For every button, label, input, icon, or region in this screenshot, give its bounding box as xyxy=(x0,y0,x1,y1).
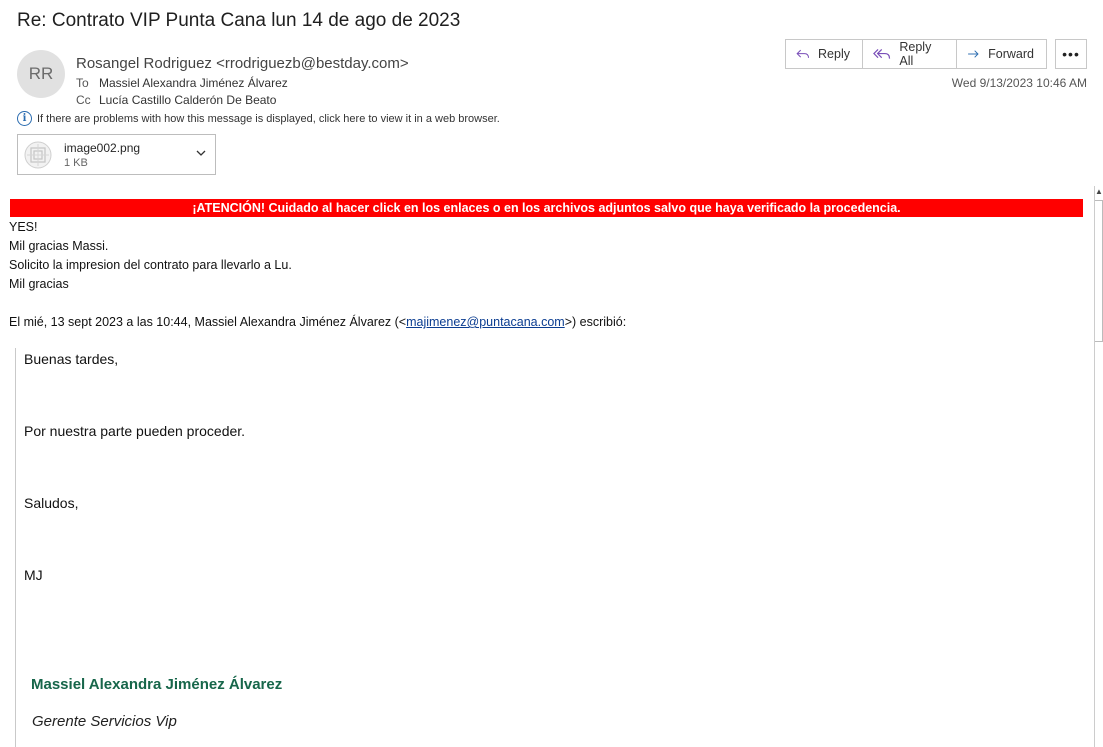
security-warning-banner: ¡ATENCIÓN! Cuidado al hacer click en los… xyxy=(10,199,1083,217)
info-icon: i xyxy=(17,111,32,126)
to-label: To xyxy=(76,76,89,90)
quote-attribution: El mié, 13 sept 2023 a las 10:44, Massie… xyxy=(9,315,626,329)
quote-attribution-text: El mié, 13 sept 2023 a las 10:44, Massie… xyxy=(9,315,407,329)
vertical-scrollbar[interactable]: ▲ xyxy=(1094,186,1103,747)
sender-name[interactable]: Rosangel Rodriguez <rrodriguezb@bestday.… xyxy=(76,55,409,72)
image-file-icon xyxy=(24,141,52,169)
forward-icon xyxy=(968,50,979,58)
cc-label: Cc xyxy=(76,93,91,107)
reply-icon xyxy=(796,49,809,58)
quoted-greeting: Buenas tardes, xyxy=(24,351,119,367)
signature-name: Massiel Alexandra Jiménez Álvarez xyxy=(31,676,283,693)
reply-all-button[interactable]: Reply All xyxy=(862,39,957,69)
scrollbar-thumb[interactable] xyxy=(1095,200,1103,342)
body-line: YES! xyxy=(9,220,38,234)
forward-label: Forward xyxy=(988,47,1034,61)
forward-button[interactable]: Forward xyxy=(956,39,1047,69)
display-problem-infobar[interactable]: i If there are problems with how this me… xyxy=(17,111,500,126)
attachment-name: image002.png xyxy=(64,141,141,155)
quote-divider xyxy=(15,348,16,747)
body-line: Mil gracias xyxy=(9,277,69,291)
reply-button[interactable]: Reply xyxy=(785,39,863,69)
reply-all-icon xyxy=(873,48,891,59)
body-line: Solicito la impresion del contrato para … xyxy=(9,258,292,272)
message-date: Wed 9/13/2023 10:46 AM xyxy=(951,76,1087,90)
to-recipient[interactable]: Massiel Alexandra Jiménez Álvarez xyxy=(99,76,288,90)
more-icon: ••• xyxy=(1062,46,1080,62)
reply-all-label: Reply All xyxy=(899,40,932,68)
info-text[interactable]: If there are problems with how this mess… xyxy=(37,113,500,125)
message-actions: Reply Reply All Forward xyxy=(785,39,1047,69)
reply-label: Reply xyxy=(818,47,850,61)
sender-email-link[interactable]: majimenez@puntacana.com xyxy=(406,315,565,329)
chevron-down-icon[interactable] xyxy=(195,147,207,159)
attachment-size: 1 KB xyxy=(64,157,88,169)
sender-avatar[interactable]: RR xyxy=(17,50,65,98)
body-line: Mil gracias Massi. xyxy=(9,239,109,253)
quoted-initials: MJ xyxy=(24,567,43,583)
quote-attribution-end: >) escribió: xyxy=(564,315,627,329)
message-subject: Re: Contrato VIP Punta Cana lun 14 de ag… xyxy=(17,10,461,31)
scroll-up-arrow-icon[interactable]: ▲ xyxy=(1095,186,1103,198)
signature-title: Gerente Servicios Vip xyxy=(32,713,177,730)
quoted-closing: Saludos, xyxy=(24,495,79,511)
quoted-text: Por nuestra parte pueden proceder. xyxy=(24,423,246,439)
attachment-card[interactable]: image002.png 1 KB xyxy=(17,134,216,175)
cc-row: Cc Lucía Castillo Calderón De Beato xyxy=(76,93,276,107)
more-actions-button[interactable]: ••• xyxy=(1055,39,1087,69)
to-row: To Massiel Alexandra Jiménez Álvarez xyxy=(76,76,288,90)
cc-recipient[interactable]: Lucía Castillo Calderón De Beato xyxy=(99,93,276,107)
